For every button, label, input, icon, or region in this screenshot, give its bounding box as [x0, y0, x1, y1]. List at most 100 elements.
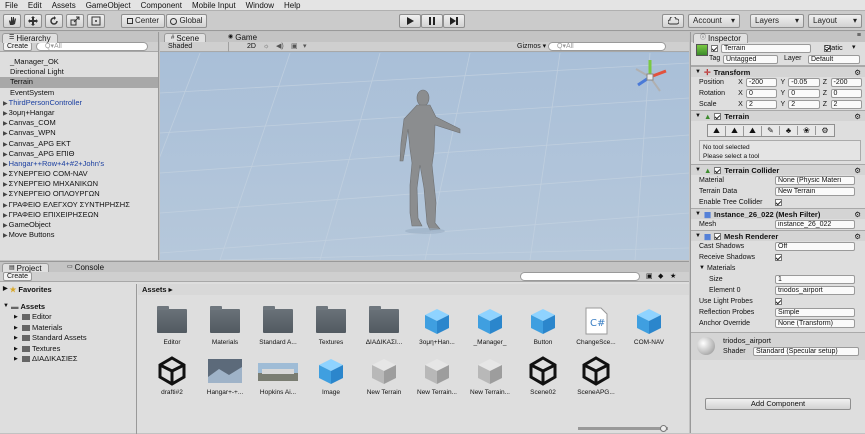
expand-arrow-icon[interactable]: ▶	[3, 233, 8, 239]
hierarchy-item[interactable]: ▶3ομη+Hangar	[0, 108, 158, 118]
expand-arrow-icon[interactable]: ▶	[3, 162, 8, 168]
asset-item[interactable]: 3ομη+Han...	[411, 303, 463, 346]
shader-dropdown[interactable]: Standard (Specular setup)	[753, 347, 859, 356]
smooth-height-icon[interactable]: ⛰	[744, 125, 762, 136]
asset-item[interactable]: Scene02	[517, 353, 569, 396]
menu-item-gameobject[interactable]: GameObject	[81, 0, 136, 11]
hierarchy-item[interactable]: ▶Move Buttons	[0, 230, 158, 240]
terrain-header[interactable]: ▼ ▲ Terrain ⚙	[691, 110, 865, 121]
menu-item-help[interactable]: Help	[279, 0, 305, 11]
hierarchy-item[interactable]: ▶ΓΡΑΦΕΙΟ ΕΠΙΧΕΙΡΗΣΕΩΝ	[0, 210, 158, 220]
settings-gear-icon[interactable]: ⚙	[854, 165, 861, 176]
rotation-y-field[interactable]: 0	[788, 89, 820, 98]
add-component-button[interactable]: Add Component	[705, 398, 851, 410]
pause-button[interactable]	[421, 14, 443, 28]
project-tree-item[interactable]: ▶ ΔΙΑΔΙΚΑΣΙΕΣ	[0, 354, 136, 365]
paint-texture-icon[interactable]: ✎	[762, 126, 780, 135]
project-tree-item[interactable]: ▶ Textures	[0, 344, 136, 355]
2d-toggle[interactable]: 2D	[247, 42, 256, 52]
reflection-probes-dropdown[interactable]: Simple	[775, 308, 855, 317]
hierarchy-item[interactable]: ▶ΣΥΝΕΡΓΕΙΟ COM-NAV	[0, 169, 158, 179]
asset-item[interactable]: drafti#2	[146, 353, 198, 396]
settings-gear-icon[interactable]: ⚙	[854, 209, 861, 220]
sun-icon[interactable]: ☼	[263, 42, 269, 52]
zoom-slider[interactable]	[578, 425, 668, 432]
hierarchy-item[interactable]: Directional Light	[0, 67, 158, 77]
tab-console[interactable]: ▭ Console	[67, 263, 104, 272]
asset-item[interactable]: SceneAPG...	[570, 353, 622, 396]
cast-shadows-dropdown[interactable]: Off	[775, 242, 855, 251]
mesh-field[interactable]: instance_26_022	[775, 220, 855, 229]
expand-arrow-icon[interactable]: ▶	[3, 192, 8, 198]
asset-item[interactable]: _Manager_	[464, 303, 516, 346]
project-tree-item[interactable]: ▶ Standard Assets	[0, 333, 136, 344]
project-create-button[interactable]: Create	[3, 272, 33, 281]
pivot-center-button[interactable]: Center	[121, 14, 165, 28]
tab-game[interactable]: ◉ Game	[228, 33, 257, 42]
terrain-collider-header[interactable]: ▼ ▲ Terrain Collider ⚙	[691, 164, 865, 175]
asset-item[interactable]: COM-NAV	[623, 303, 675, 346]
tab-hierarchy[interactable]: ☰ Hierarchy	[2, 33, 58, 43]
scale-y-field[interactable]: 2	[788, 100, 820, 109]
scale-z-field[interactable]: 2	[830, 100, 862, 109]
effects-icon[interactable]: ▣	[291, 42, 298, 52]
paint-details-icon[interactable]: ❀	[798, 126, 816, 135]
expand-arrow-icon[interactable]: ▶	[3, 142, 8, 148]
cloud-button[interactable]	[662, 14, 684, 28]
asset-item[interactable]: ΔΙΑΔΙΚΑΣΙ...	[358, 303, 410, 346]
menu-item-component[interactable]: Component	[136, 0, 187, 11]
asset-item[interactable]: New Terrain...	[464, 353, 516, 396]
layout-dropdown[interactable]: Layout ▾	[808, 14, 862, 28]
object-name-field[interactable]: Terrain	[721, 44, 811, 53]
hierarchy-search-input[interactable]: Q▾All	[36, 42, 149, 51]
hierarchy-item[interactable]: ▶Canvas_APG ΕΠΙΘ	[0, 149, 158, 159]
rect-tool-button[interactable]	[87, 14, 105, 28]
position-z-field[interactable]: -200	[830, 78, 862, 87]
material-section[interactable]: triodos_airport Shader Standard (Specula…	[691, 332, 865, 360]
hierarchy-item[interactable]: EventSystem	[0, 88, 158, 98]
layer-dropdown[interactable]: Default	[808, 55, 860, 64]
scene-search-input[interactable]: Q▾All	[548, 42, 666, 51]
asset-item[interactable]: Hopkins Ai...	[252, 353, 304, 396]
audio-icon[interactable]: ◀)	[276, 42, 284, 52]
collider-enabled-checkbox[interactable]	[714, 166, 722, 174]
rotation-x-field[interactable]: 0	[745, 89, 778, 98]
global-button[interactable]: Global	[166, 14, 207, 28]
position-x-field[interactable]: -200	[745, 78, 778, 87]
assets-root-item[interactable]: ▼ ▬ Assets	[0, 301, 136, 312]
mesh-renderer-header[interactable]: ▼ ▦ Mesh Renderer ⚙	[691, 230, 865, 241]
terrain-enabled-checkbox[interactable]	[714, 112, 722, 120]
filter-label-icon[interactable]: ◆	[658, 272, 663, 282]
hierarchy-item[interactable]: ▶Hangar++Row+4+#2+John's	[0, 159, 158, 169]
receive-shadows-checkbox[interactable]	[775, 254, 782, 261]
mesh-filter-header[interactable]: ▼ ▦ Instance_26_022 (Mesh Filter) ⚙	[691, 208, 865, 219]
transform-header[interactable]: ▼ ✛ Transform ⚙	[691, 66, 865, 77]
expand-arrow-icon[interactable]: ▶	[14, 312, 20, 323]
account-dropdown[interactable]: Account ▾	[688, 14, 740, 28]
expand-arrow-icon[interactable]: ▶	[14, 323, 20, 334]
chevron-down-icon[interactable]: ▾	[852, 43, 856, 51]
expand-arrow-icon[interactable]: ▶	[3, 203, 8, 209]
menu-item-assets[interactable]: Assets	[47, 0, 81, 11]
position-y-field[interactable]: -0.05	[788, 78, 820, 87]
asset-item[interactable]: Materials	[199, 303, 251, 346]
hierarchy-item[interactable]: ▶ThirdPersonController	[0, 98, 158, 108]
scene-viewport[interactable]	[160, 53, 689, 260]
tag-dropdown[interactable]: Untagged	[723, 55, 778, 64]
expand-arrow-icon[interactable]: ▶	[3, 223, 8, 229]
expand-arrow-icon[interactable]: ▶	[14, 333, 20, 344]
raise-terrain-icon[interactable]: ⛰	[708, 125, 726, 136]
expand-arrow-icon[interactable]: ▶	[3, 152, 8, 158]
expand-arrow-icon[interactable]: ▶	[3, 121, 8, 127]
move-tool-button[interactable]	[24, 14, 42, 28]
terrain-settings-icon[interactable]: ⚙	[816, 126, 834, 135]
expand-arrow-icon[interactable]: ▶	[3, 213, 8, 219]
expand-arrow-icon[interactable]: ▶	[3, 131, 8, 137]
hierarchy-item[interactable]: ▶Canvas_WPN	[0, 128, 158, 138]
hierarchy-create-button[interactable]: Create	[3, 42, 33, 51]
asset-item[interactable]: New Terrain	[358, 353, 410, 396]
step-button[interactable]	[443, 14, 465, 28]
menu-item-mobile-input[interactable]: Mobile Input	[187, 0, 241, 11]
project-tree-item[interactable]: ▶ Materials	[0, 323, 136, 334]
asset-item[interactable]: Hangar+-+...	[199, 353, 251, 396]
